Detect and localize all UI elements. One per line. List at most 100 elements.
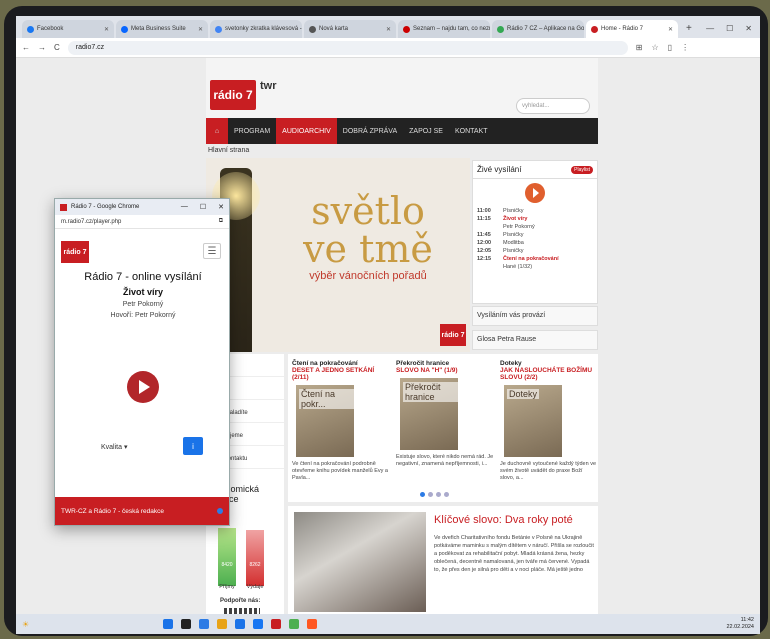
news-image[interactable]: Čtení na pokr... (296, 385, 354, 457)
schedule-name: Hané (1/32) (503, 264, 533, 270)
taskbar-app-icon[interactable] (163, 619, 174, 629)
news-image[interactable]: Překročit hranice (400, 378, 458, 450)
clock-date[interactable]: 22.02.2024 (726, 624, 754, 631)
taskbar-app-icon[interactable] (253, 619, 264, 629)
schedule-name: Čtení na pokračování (503, 256, 559, 262)
taskbar-app-icon[interactable] (199, 619, 210, 629)
browser-tab[interactable]: Facebook ✕ (22, 20, 114, 38)
browser-tab[interactable]: svetonky zkratka klávesová - V✕ (210, 20, 302, 38)
nav-item[interactable]: DOBRÁ ZPRÁVA (337, 118, 403, 144)
site-header: rádio 7 twr vyhledat... (206, 58, 598, 118)
reload-icon[interactable]: C (54, 43, 60, 52)
minimize-icon[interactable]: — (181, 203, 188, 211)
schedule-name: Písničky (503, 232, 524, 238)
christmas-banner[interactable]: světlo ve tmě výběr vánočních pořadů rádi… (206, 158, 470, 352)
browser-tab[interactable]: Home - Rádio 7 ✕ (586, 20, 678, 38)
tab-close-icon[interactable]: ✕ (101, 26, 109, 33)
quality-select[interactable]: Kvalita ▾ (101, 443, 127, 451)
player-play-button[interactable] (127, 371, 159, 403)
tab-close-icon[interactable]: ✕ (195, 26, 203, 33)
tab-close-icon[interactable]: ✕ (665, 26, 673, 33)
article-text: Ve dvefich Charitativního fondu Betánie … (434, 535, 594, 573)
extensions-icon[interactable]: ▯ (668, 43, 672, 52)
site-logo[interactable]: rádio 7 (210, 80, 256, 110)
live-play-button[interactable] (525, 183, 545, 203)
article-title[interactable]: Klíčové slovo: Dva roky poté (434, 514, 573, 526)
maximize-icon[interactable]: ☐ (726, 24, 733, 33)
tab-bar: Facebook ✕ Meta Business Suite ✕ svetonky zk… (16, 16, 760, 38)
income-bar (218, 528, 236, 586)
playlist-badge[interactable]: Playlist (571, 165, 593, 174)
taskbar-app-icon[interactable] (307, 619, 318, 629)
forward-icon[interactable]: → (38, 43, 46, 52)
nav-item[interactable]: ZAPOJ SE (403, 118, 449, 144)
clock-time[interactable]: 11:42 (726, 617, 754, 624)
taskbar-app-icon[interactable] (181, 619, 192, 629)
search-input[interactable]: vyhledat... (516, 98, 590, 114)
hosts-button[interactable]: Vysíláním vás provází (472, 306, 598, 326)
schedule-time: 11:00 (477, 208, 491, 214)
browser-tab[interactable]: Meta Business Suite ✕ (116, 20, 208, 38)
player-popup-window: Rádio 7 - Google Chrome — ☐ ✕ m.radio7.cz/… (54, 198, 230, 526)
back-icon[interactable]: ← (22, 43, 30, 52)
nav-item[interactable]: AUDIOARCHIV (276, 118, 337, 144)
maximize-icon[interactable]: ☐ (200, 203, 206, 211)
menu-icon[interactable]: ⋮ (681, 43, 689, 52)
main-nav: ⌂ PROGRAM AUDIOARCHIV DOBRÁ ZPRÁVA ZAPOJ SE K… (206, 118, 598, 144)
keyword-article[interactable]: Klíčové slovo: Dva roky poté Ve dvefich … (288, 506, 598, 614)
schedule-row: 12:00 Modlitba (477, 239, 593, 247)
carousel-dots[interactable] (420, 492, 449, 497)
schedule-time (477, 263, 497, 271)
hamburger-menu-icon[interactable]: ☰ (203, 243, 221, 259)
glosa-button[interactable]: Glosa Petra Rause (472, 330, 598, 350)
browser-tab[interactable]: Nová karta ✕ (304, 20, 396, 38)
program-name: Život víry (122, 287, 163, 297)
taskbar-app-icon[interactable] (289, 619, 300, 629)
url-input[interactable]: radio7.cz (67, 40, 628, 55)
tab-favicon-icon (309, 25, 316, 33)
twr-logo[interactable]: twr (260, 80, 277, 92)
minimize-icon[interactable]: — (706, 24, 714, 33)
schedule-name: Písničky (503, 248, 524, 254)
support-label: Podpořte nás: (220, 598, 261, 604)
live-broadcast-panel: Živé vysílání Playlist 11:00 Písničky 11:15… (472, 160, 598, 304)
schedule-row: Petr Pokorný (477, 223, 593, 231)
news-title[interactable]: DESET A JEDNO SETKÁNÍ (2/11) (292, 367, 390, 381)
taskbar-app-icon[interactable] (235, 619, 246, 629)
news-card[interactable]: Překročit hranice SLOVO NA "H" (1/9) Překr… (396, 360, 494, 468)
tab-close-icon[interactable]: ✕ (383, 26, 391, 33)
widgets-icon[interactable]: ☀ (22, 620, 29, 629)
taskbar-app-icon[interactable] (217, 619, 228, 629)
news-title[interactable]: SLOVO NA "H" (1/9) (396, 367, 494, 374)
news-carousel: Čtení na pokračování DESET A JEDNO SETKÁN… (288, 354, 598, 502)
browser-tab[interactable]: Seznam – najdu tam, co neznám✕ (398, 20, 490, 38)
popup-url[interactable]: m.radio7.cz/player.php (61, 219, 121, 225)
open-in-window-icon[interactable]: ⧉ (219, 218, 223, 225)
banner-subtitle: výběr vánočních pořadů (309, 270, 427, 282)
screen: Facebook ✕ Meta Business Suite ✕ svetonky zk… (16, 16, 760, 634)
new-tab-icon[interactable]: + (680, 23, 698, 38)
nav-item[interactable]: KONTAKT (449, 118, 494, 144)
income-label: Příjmy (219, 584, 235, 590)
news-card[interactable]: Čtení na pokračování DESET A JEDNO SETKÁN… (292, 360, 390, 482)
news-title[interactable]: JAK NASLOUCHÁTE BOŽÍMU SLOVU (2/2) (500, 367, 598, 381)
expenses-value: 8262 (249, 562, 261, 568)
translate-icon[interactable]: ⊞ (636, 43, 643, 52)
close-icon[interactable]: ✕ (745, 24, 752, 33)
expenses-bar (246, 530, 264, 586)
schedule-row: Hané (1/32) (477, 263, 593, 271)
news-card[interactable]: Doteky JAK NASLOUCHÁTE BOŽÍMU SLOVU (2/2)… (500, 360, 598, 482)
news-image[interactable]: Doteky (504, 385, 562, 457)
taskbar-app-icon[interactable] (271, 619, 282, 629)
system-tray: 11:42 22.02.2024 (726, 617, 754, 631)
breadcrumb[interactable]: Hlavní strana (208, 147, 249, 154)
browser-tab[interactable]: Rádio 7 CZ – Aplikace na Goog✕ (492, 20, 584, 38)
nav-item[interactable]: PROGRAM (228, 118, 276, 144)
info-button[interactable]: i (183, 437, 203, 455)
schedule-time: 12:00 (477, 240, 492, 246)
bookmark-star-icon[interactable]: ☆ (651, 43, 658, 52)
income-value: 8420 (221, 562, 233, 568)
home-icon[interactable]: ⌂ (206, 118, 228, 144)
tab-label: Meta Business Suite (131, 26, 186, 32)
close-icon[interactable]: ✕ (218, 203, 224, 211)
